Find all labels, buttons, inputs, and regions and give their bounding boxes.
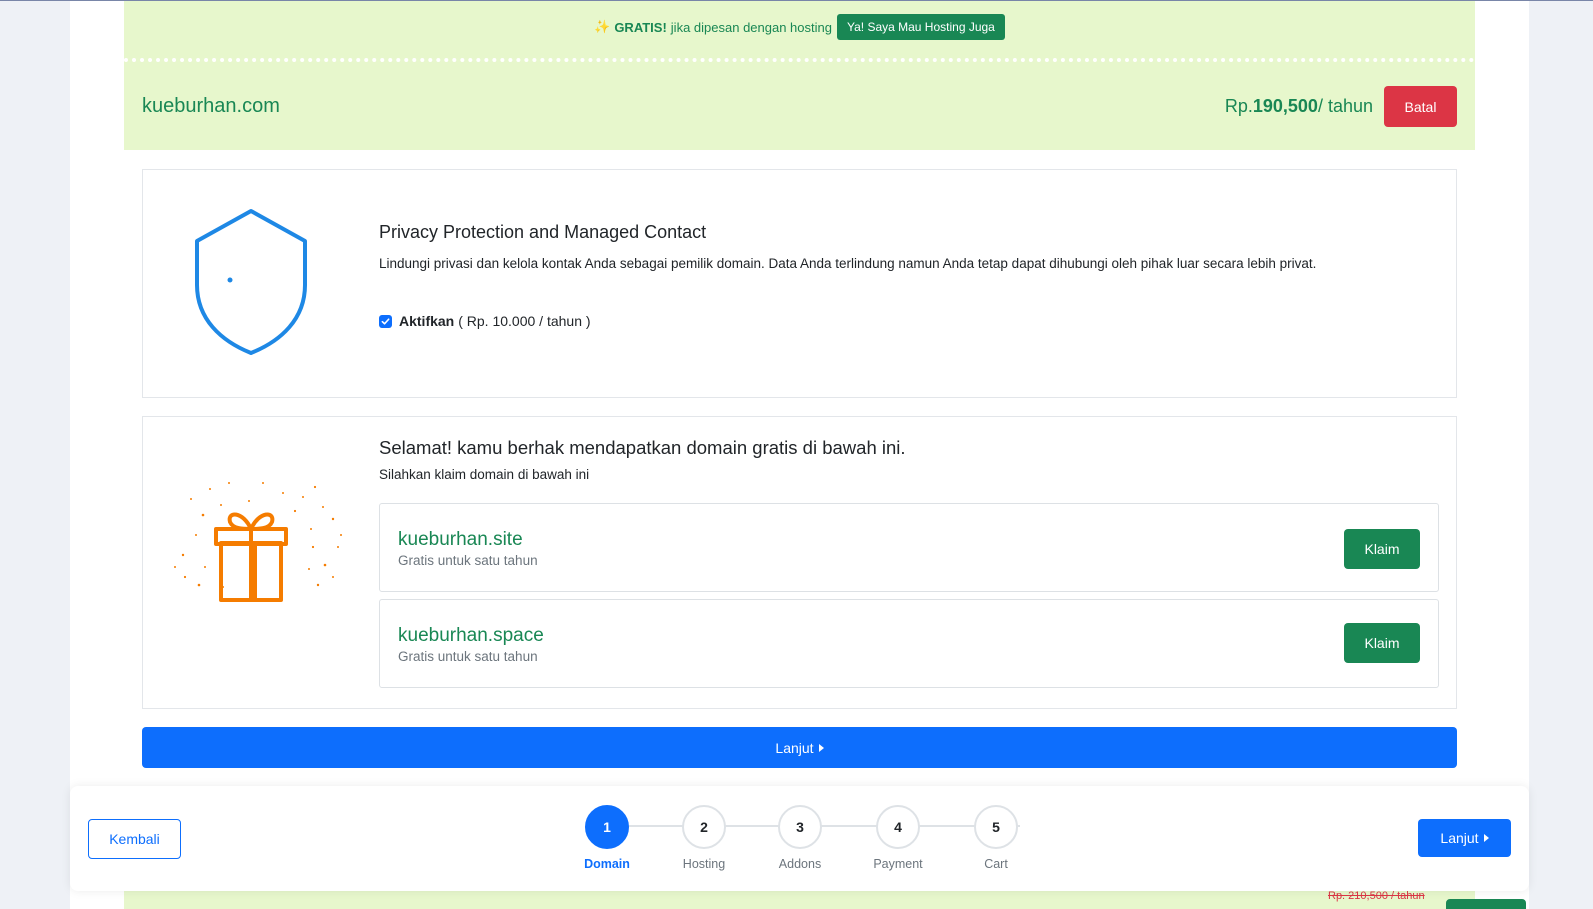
next-step-button[interactable]: Lanjut bbox=[1418, 819, 1511, 857]
next-step-label: Lanjut bbox=[1440, 830, 1479, 846]
privacy-description: Lindungi privasi dan kelola kontak Anda … bbox=[379, 256, 1317, 271]
step-number: 3 bbox=[778, 805, 822, 849]
sparkle-icon: ✨ bbox=[594, 19, 611, 34]
privacy-title: Privacy Protection and Managed Contact bbox=[379, 222, 707, 242]
caret-right-icon bbox=[818, 743, 824, 752]
free-domain-name: kueburhan.site bbox=[398, 529, 523, 550]
checkbox-label: Aktifkan bbox=[399, 313, 455, 329]
step-label: Addons bbox=[778, 857, 822, 871]
continue-button[interactable]: Lanjut bbox=[142, 727, 1457, 768]
caret-right-icon bbox=[1483, 834, 1489, 842]
free-domain-subtitle: Silahkan klaim domain di bawah ini bbox=[379, 467, 590, 482]
step-number: 1 bbox=[585, 805, 629, 849]
cancel-button[interactable]: Batal bbox=[1384, 86, 1457, 127]
free-domain-box: Selamat! kamu berhak mendapatkan domain … bbox=[142, 416, 1457, 709]
step-label: Hosting bbox=[682, 857, 726, 871]
continue-label: Lanjut bbox=[775, 739, 814, 756]
dotted-divider bbox=[124, 58, 1475, 62]
step-hosting[interactable]: 2 Hosting bbox=[682, 805, 726, 871]
step-label: Domain bbox=[584, 857, 630, 871]
step-domain[interactable]: 1 Domain bbox=[584, 805, 630, 871]
check-icon bbox=[381, 317, 390, 325]
gift-icon bbox=[174, 482, 342, 602]
step-number: 4 bbox=[876, 805, 920, 849]
claim-button[interactable]: Klaim bbox=[1344, 623, 1420, 663]
page-container: ✨ GRATIS! jika dipesan dengan hosting Ya… bbox=[70, 1, 1529, 909]
free-domain-name: kueburhan.space bbox=[398, 625, 544, 646]
step-label: Payment bbox=[873, 857, 923, 871]
promo-bold: GRATIS! bbox=[614, 19, 667, 35]
privacy-checkbox[interactable] bbox=[379, 314, 392, 328]
back-button[interactable]: Kembali bbox=[88, 819, 181, 859]
selected-domain-header: ✨ GRATIS! jika dipesan dengan hosting Ya… bbox=[124, 1, 1475, 150]
checkbox-price: ( Rp. 10.000 / tahun ) bbox=[458, 313, 591, 329]
free-domain-title: Selamat! kamu berhak mendapatkan domain … bbox=[379, 437, 906, 458]
domain-card: ✨ GRATIS! jika dipesan dengan hosting Ya… bbox=[124, 1, 1475, 786]
step-label: Cart bbox=[984, 857, 1008, 871]
step-number: 2 bbox=[682, 805, 726, 849]
free-domain-row: kueburhan.site Gratis untuk satu tahun K… bbox=[379, 503, 1439, 592]
free-domain-row: kueburhan.space Gratis untuk satu tahun … bbox=[379, 599, 1439, 688]
privacy-addon: Privacy Protection and Managed Contact L… bbox=[142, 169, 1457, 398]
price-suffix: / tahun bbox=[1317, 96, 1373, 116]
partial-button[interactable] bbox=[1446, 899, 1526, 909]
privacy-activate: Aktifkan ( Rp. 10.000 / tahun ) bbox=[379, 313, 591, 329]
next-domain-strip bbox=[124, 891, 1475, 909]
free-domain-note: Gratis untuk satu tahun bbox=[398, 649, 538, 664]
step-number: 5 bbox=[974, 805, 1018, 849]
checkout-stepper: Kembali 1 Domain 2 Hosting 3 Addons 4 Pa… bbox=[70, 786, 1529, 891]
strike-price: Rp. 210,500 / tahun bbox=[1328, 890, 1425, 902]
price-amount: 190,500 bbox=[1252, 96, 1318, 116]
selected-domain-name: kueburhan.com bbox=[142, 95, 280, 117]
step-addons[interactable]: 3 Addons bbox=[778, 805, 822, 871]
add-hosting-button[interactable]: Ya! Saya Mau Hosting Juga bbox=[836, 14, 1005, 40]
promo-text: jika dipesan dengan hosting bbox=[670, 19, 832, 35]
hosting-promo: ✨ GRATIS! jika dipesan dengan hosting Ya… bbox=[124, 13, 1475, 41]
free-domain-note: Gratis untuk satu tahun bbox=[398, 553, 538, 568]
shield-icon bbox=[195, 209, 307, 355]
price-prefix: Rp. bbox=[1224, 96, 1253, 116]
domain-price: Rp.190,500/ tahun bbox=[1225, 96, 1373, 117]
step-payment[interactable]: 4 Payment bbox=[873, 805, 923, 871]
claim-button[interactable]: Klaim bbox=[1344, 529, 1420, 569]
step-cart[interactable]: 5 Cart bbox=[974, 805, 1018, 871]
